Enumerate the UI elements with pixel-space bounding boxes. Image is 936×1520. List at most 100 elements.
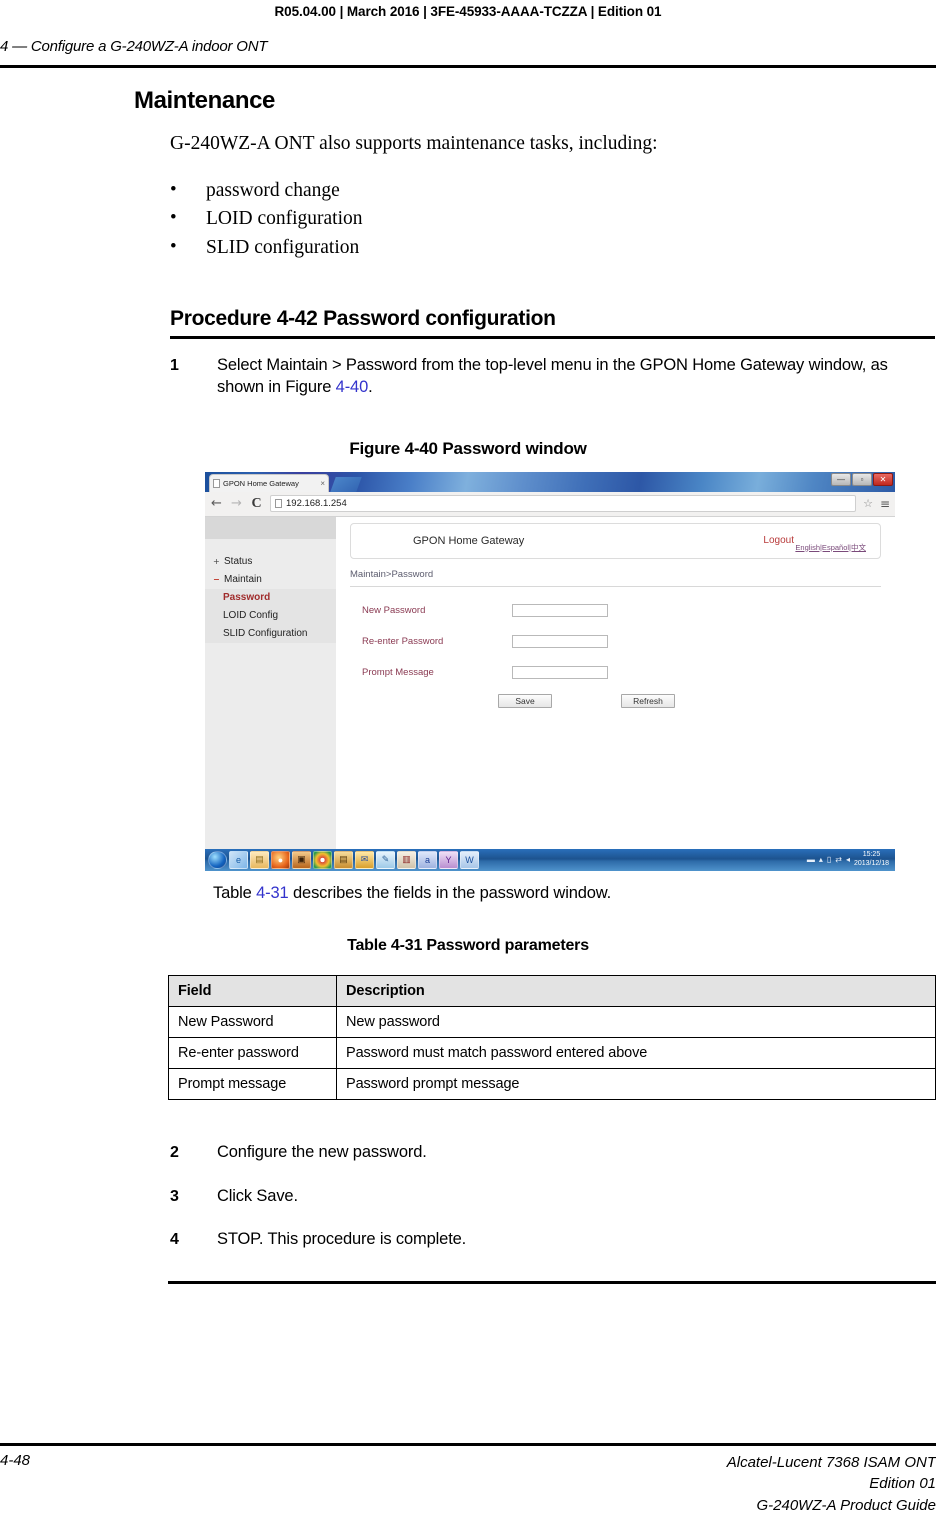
volume-icon[interactable]: ◂ bbox=[846, 855, 850, 864]
sidebar-item-slid-configuration[interactable]: SLID Configuration bbox=[205, 624, 336, 643]
running-head: 4 — Configure a G-240WZ-A indoor ONT bbox=[0, 38, 268, 55]
table-cross-reference[interactable]: 4-31 bbox=[256, 884, 289, 902]
reenter-password-input[interactable] bbox=[512, 635, 608, 649]
list-item: SLID configuration bbox=[170, 233, 936, 263]
gateway-title: GPON Home Gateway bbox=[413, 534, 525, 547]
clock-date: 2013/12/18 bbox=[853, 859, 889, 867]
cell-description: Password must match password entered abo… bbox=[336, 1036, 936, 1069]
printer-icon[interactable]: ▥ bbox=[397, 850, 416, 869]
breadcrumb: Maintain>Password bbox=[350, 568, 434, 580]
form-actions: Save Refresh bbox=[498, 693, 895, 708]
logout-link[interactable]: Logout bbox=[763, 535, 794, 546]
breadcrumb-divider bbox=[350, 585, 881, 587]
messenger-icon[interactable]: a bbox=[418, 850, 437, 869]
start-orb-icon[interactable] bbox=[208, 850, 227, 869]
chrome-icon[interactable] bbox=[313, 850, 332, 869]
step-text: Configure the new password. bbox=[217, 1142, 427, 1161]
forward-arrow-icon[interactable]: → bbox=[230, 496, 243, 511]
step-text: Select Maintain > Password from the top-… bbox=[217, 355, 888, 396]
reload-icon[interactable]: C bbox=[250, 496, 263, 512]
maximize-button[interactable]: ▫ bbox=[852, 472, 872, 486]
browser-viewport: + Status − Maintain Password LOID Config bbox=[205, 516, 895, 871]
sidebar-item-label: SLID Configuration bbox=[223, 628, 308, 640]
table-intro-before: Table bbox=[213, 883, 257, 902]
close-icon[interactable]: × bbox=[320, 479, 325, 488]
form-row-new-password: New Password bbox=[362, 601, 895, 621]
sidebar-item-password[interactable]: Password bbox=[205, 588, 336, 607]
media-player-icon[interactable]: ▣ bbox=[292, 850, 311, 869]
footer-guide: G-240WZ-A Product Guide bbox=[756, 1496, 936, 1514]
table-intro: Table 4-31 describes the fields in the p… bbox=[213, 884, 936, 903]
reenter-password-label: Re-enter Password bbox=[362, 636, 444, 648]
battery-icon[interactable]: ▯ bbox=[827, 855, 831, 864]
figure-caption: Figure 4-40 Password window bbox=[349, 438, 587, 458]
step-text: Click Save. bbox=[217, 1186, 298, 1205]
step-number: 3 bbox=[170, 1187, 179, 1205]
table-header-row: Field Description bbox=[168, 974, 936, 1007]
procedure-heading: Procedure 4-42 Password configuration bbox=[170, 306, 556, 330]
sidebar-top-band bbox=[205, 516, 336, 539]
back-arrow-icon[interactable]: ← bbox=[210, 496, 223, 511]
bookmark-star-icon[interactable]: ☆ bbox=[863, 497, 873, 510]
network-icon[interactable]: ⇄ bbox=[835, 855, 842, 864]
procedure-step-2: 2 Configure the new password. bbox=[170, 1142, 935, 1164]
refresh-button[interactable]: Refresh bbox=[621, 693, 675, 708]
minus-expander-icon[interactable]: − bbox=[213, 575, 221, 584]
table-row: New Password New password bbox=[168, 1005, 936, 1038]
windows-taskbar: e ▤ ● ▣ ▤ ✉ ✎ ▥ a Y W ▬ ▴ ▯ ⇄ ◂ 15:25 20… bbox=[205, 848, 895, 871]
gateway-header: GPON Home Gateway Logout English|Español… bbox=[350, 522, 881, 559]
sidebar-item-loid-config[interactable]: LOID Config bbox=[205, 606, 336, 625]
form-row-prompt-message: Prompt Message bbox=[362, 663, 895, 683]
internet-explorer-icon[interactable]: e bbox=[229, 850, 248, 869]
taskbar-clock[interactable]: 15:25 2013/12/18 bbox=[854, 851, 889, 868]
procedure-step-3: 3 Click Save. bbox=[170, 1186, 935, 1208]
browser-toolbar: ← → C 192.168.1.254 ☆ ≡ bbox=[205, 491, 895, 517]
address-bar[interactable]: 192.168.1.254 bbox=[270, 495, 857, 513]
page-number: 4-48 bbox=[0, 1452, 31, 1469]
procedure-step-1: 1 Select Maintain > Password from the top… bbox=[170, 355, 935, 399]
prompt-message-input[interactable] bbox=[512, 666, 608, 680]
folder-icon[interactable]: ▤ bbox=[250, 850, 269, 869]
page-icon bbox=[213, 478, 220, 488]
sidebar-item-maintain[interactable]: − Maintain bbox=[205, 571, 336, 589]
minimize-button[interactable]: — bbox=[831, 472, 851, 486]
gateway-sidebar: + Status − Maintain Password LOID Config bbox=[205, 516, 336, 871]
procedure-end-divider bbox=[168, 1281, 936, 1285]
notebook-icon[interactable]: ▤ bbox=[334, 850, 353, 869]
step-number: 1 bbox=[170, 356, 179, 374]
save-button[interactable]: Save bbox=[498, 693, 552, 708]
cell-field: Re-enter password bbox=[168, 1036, 337, 1069]
list-item: password change bbox=[170, 176, 936, 206]
show-desktop-icon[interactable]: ▬ bbox=[807, 855, 815, 864]
new-password-label: New Password bbox=[362, 605, 426, 617]
yahoo-icon[interactable]: Y bbox=[439, 850, 458, 869]
password-parameters-table: Field Description New Password New passw… bbox=[168, 974, 936, 1100]
sidebar-item-status[interactable]: + Status bbox=[205, 553, 336, 571]
language-selector[interactable]: English|Español|中文 bbox=[795, 542, 866, 553]
sidebar-item-label: LOID Config bbox=[223, 610, 279, 622]
sidebar-menu: + Status − Maintain Password LOID Config bbox=[205, 539, 336, 643]
window-close-button[interactable]: ✕ bbox=[873, 472, 893, 486]
page-content: Maintenance G-240WZ-A ONT also supports … bbox=[0, 87, 936, 1285]
new-password-input[interactable] bbox=[512, 604, 608, 618]
footer-divider bbox=[0, 1443, 936, 1446]
browser-tab[interactable]: GPON Home Gateway × bbox=[209, 473, 329, 492]
procedure-divider bbox=[170, 335, 935, 339]
table-row: Prompt message Password prompt message bbox=[168, 1067, 936, 1100]
system-tray[interactable]: ▬ ▴ ▯ ⇄ ◂ bbox=[807, 855, 850, 864]
outlook-icon[interactable]: ✉ bbox=[355, 850, 374, 869]
plus-expander-icon[interactable]: + bbox=[213, 557, 221, 566]
new-tab-button[interactable] bbox=[330, 476, 362, 492]
sidebar-item-label: Maintain bbox=[224, 574, 262, 586]
document-meta-line: R05.04.00 | March 2016 | 3FE-45933-AAAA-… bbox=[274, 4, 662, 19]
step-number: 2 bbox=[170, 1143, 179, 1161]
firefox-icon[interactable]: ● bbox=[271, 850, 290, 869]
sidebar-item-label: Password bbox=[223, 592, 271, 604]
tray-expand-arrow-icon[interactable]: ▴ bbox=[819, 855, 823, 864]
figure-cross-reference[interactable]: 4-40 bbox=[336, 378, 369, 396]
paint-icon[interactable]: ✎ bbox=[376, 850, 395, 869]
word-icon[interactable]: W bbox=[460, 850, 479, 869]
procedure-step-4: 4 STOP. This procedure is complete. bbox=[170, 1229, 935, 1251]
form-row-reenter-password: Re-enter Password bbox=[362, 632, 895, 652]
hamburger-menu-icon[interactable]: ≡ bbox=[880, 497, 890, 511]
